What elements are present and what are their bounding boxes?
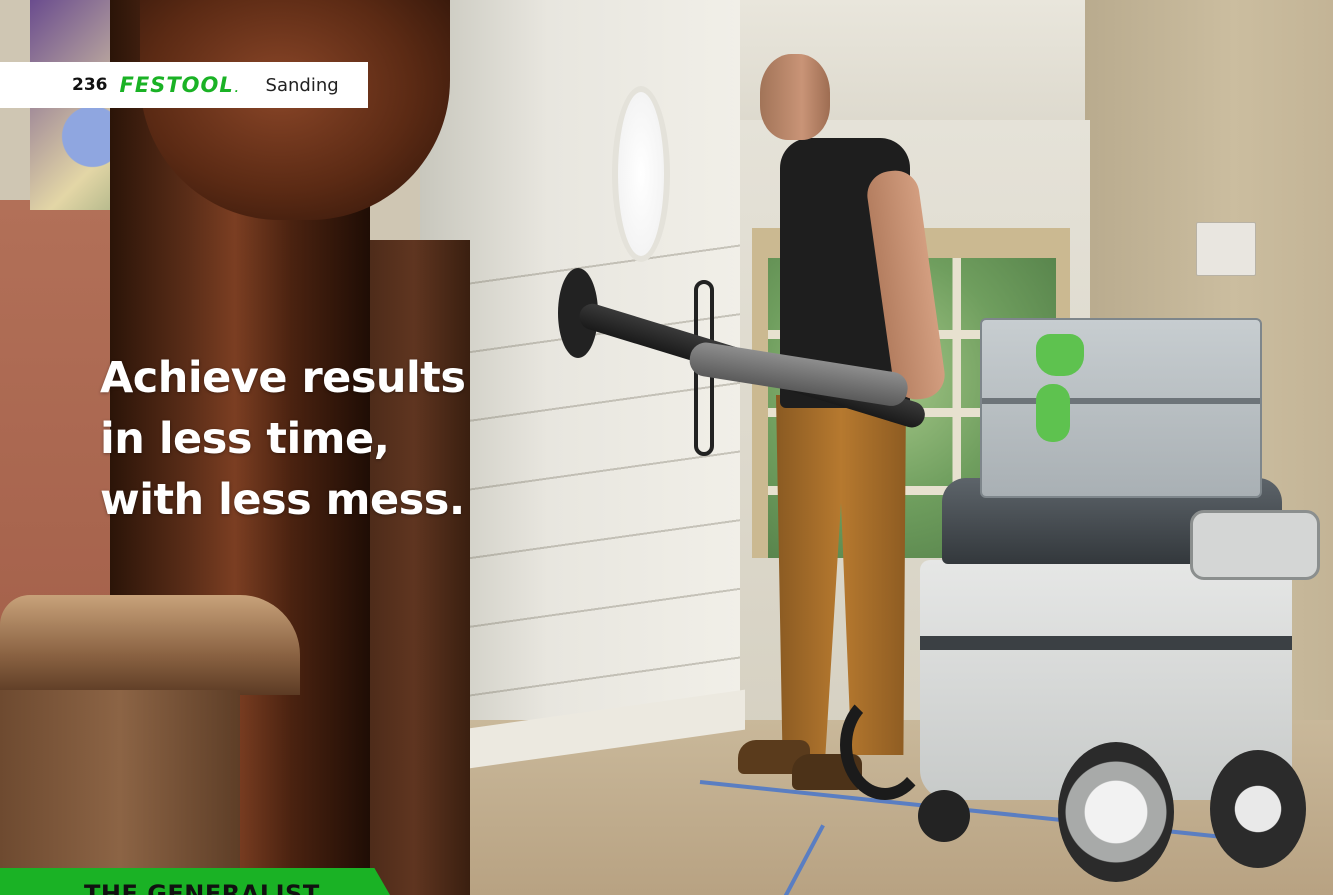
stair-post [0,690,240,895]
brand-name: FESTOOL [119,72,234,97]
worker-head [760,54,830,140]
systainer-latch [1036,334,1084,376]
dust-extractor-caster [918,790,970,842]
page-number: 236 [72,75,108,95]
dust-extractor-wheel [1058,742,1174,882]
page-header: 236 FESTOOL. Sanding [0,62,368,108]
vacuum-hose [840,690,930,800]
light-switch [1196,222,1256,276]
systainer-latch [1036,384,1070,442]
stair-rail [0,595,300,695]
systainer-stack [980,318,1262,498]
headline-line: Achieve results [100,353,466,403]
category-tag: THE GENERALIST [0,868,390,895]
section-title: Sanding [265,74,339,96]
dust-extractor-wheel [1210,750,1306,868]
brand-dot: . [234,83,240,95]
round-window [612,86,670,262]
cord-holder [1190,510,1320,580]
category-tag-label: THE GENERALIST [84,880,320,895]
headline-line: in less time, [100,414,390,464]
festool-logo: FESTOOL. [119,72,240,97]
dust-extractor-stripe [920,636,1292,650]
headline-line: with less mess. [100,475,465,525]
headline: Achieve results in less time, with less … [100,348,520,531]
